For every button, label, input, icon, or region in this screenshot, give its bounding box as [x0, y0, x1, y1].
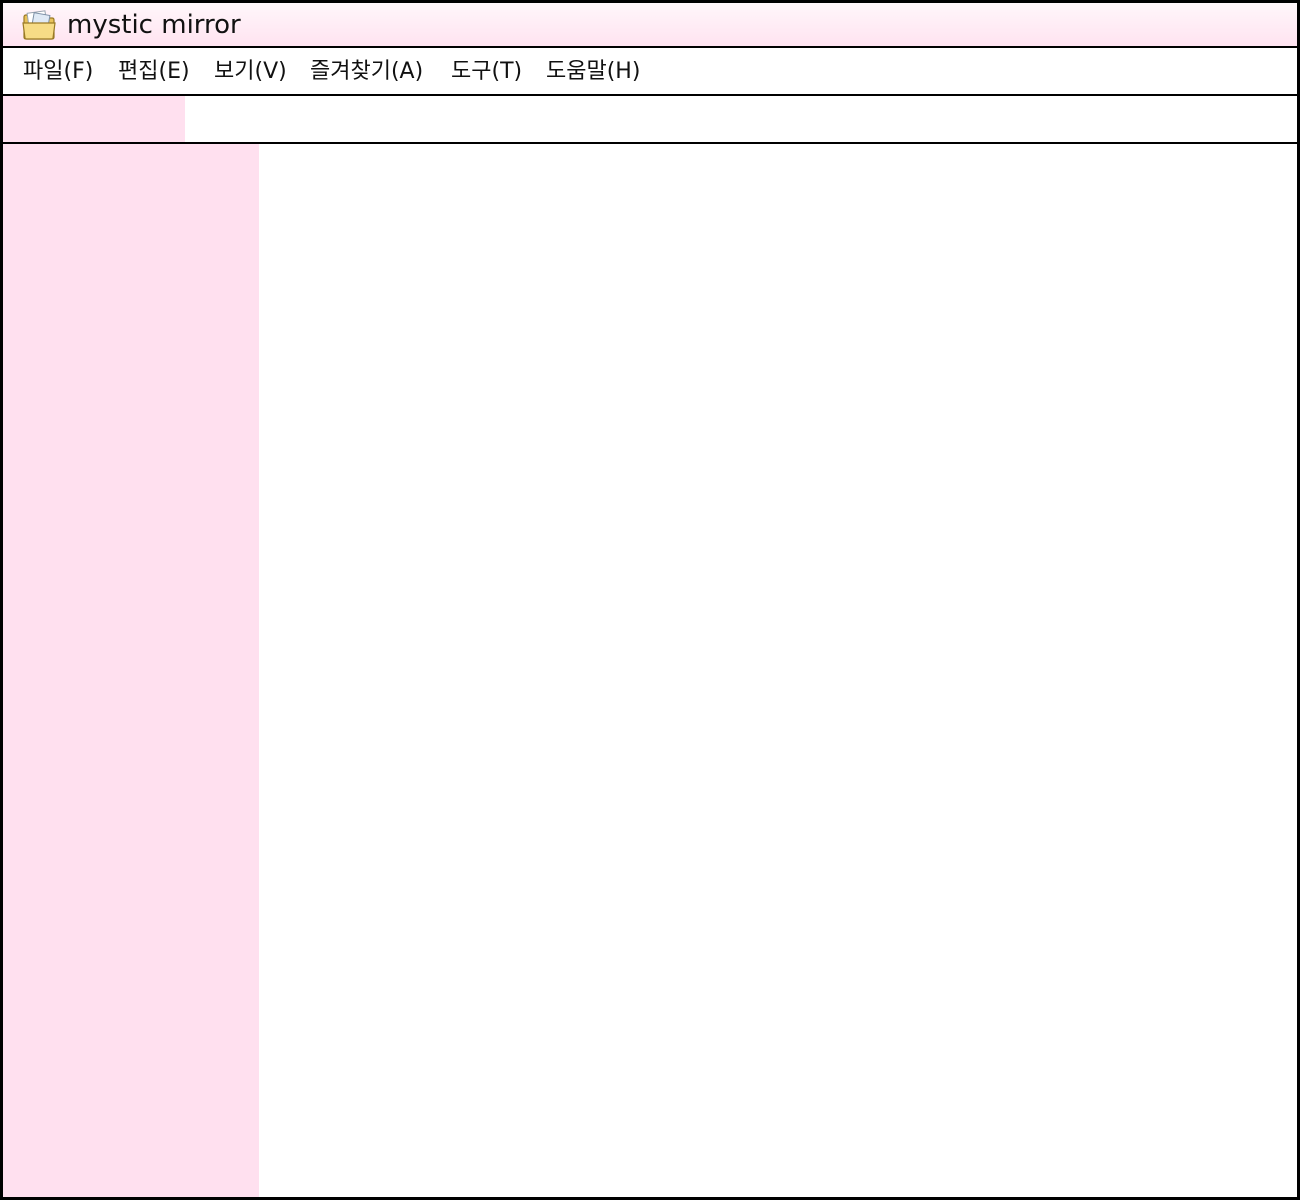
explorer-window: mystic mirror 파일(F) 편집(E) 보기(V) 즐겨찾기(A) … — [0, 0, 1300, 1200]
sidebar-pane — [3, 144, 259, 1197]
address-bar — [3, 96, 1297, 144]
menu-favorites[interactable]: 즐겨찾기(A) — [310, 58, 423, 86]
menu-bar: 파일(F) 편집(E) 보기(V) 즐겨찾기(A) 도구(T) 도움말(H) — [3, 48, 1297, 96]
menu-file[interactable]: 파일(F) — [23, 58, 93, 86]
main-pane[interactable] — [259, 144, 1297, 1197]
menu-tools[interactable]: 도구(T) — [451, 58, 522, 86]
address-bar-label-area — [3, 96, 185, 142]
menu-view[interactable]: 보기(V) — [214, 58, 287, 86]
folder-icon — [21, 9, 57, 41]
window-title: mystic mirror — [67, 10, 241, 40]
menu-help[interactable]: 도움말(H) — [546, 58, 640, 86]
content-area — [3, 144, 1297, 1197]
title-bar[interactable]: mystic mirror — [3, 3, 1297, 48]
menu-edit[interactable]: 편집(E) — [118, 58, 190, 86]
